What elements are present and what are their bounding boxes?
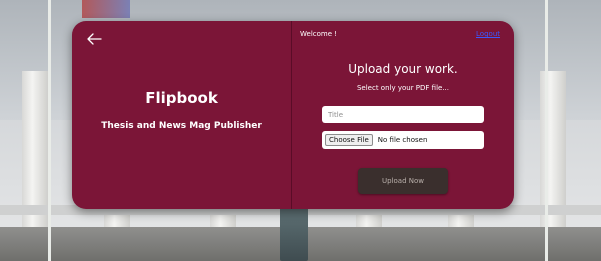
upload-subtitle: Select only your PDF file... (356, 84, 449, 92)
file-status: No file chosen (377, 136, 428, 144)
choose-file-button[interactable]: Choose File (325, 134, 373, 146)
welcome-text: Welcome ! (300, 30, 338, 38)
brand-title: Flipbook (145, 89, 218, 107)
arrow-left-icon[interactable] (84, 29, 104, 49)
brand-panel: Flipbook Thesis and News Mag Publisher (72, 21, 292, 209)
upload-title: Upload your work. (348, 62, 458, 76)
upload-card: Flipbook Thesis and News Mag Publisher W… (72, 21, 514, 209)
logout-link[interactable]: Logout (476, 30, 500, 38)
title-input[interactable] (322, 106, 484, 123)
upload-panel: Welcome ! Logout Upload your work. Selec… (292, 21, 514, 209)
file-input[interactable]: Choose File No file chosen (322, 131, 484, 149)
upload-now-button[interactable]: Upload Now (358, 168, 448, 194)
brand-subtitle: Thesis and News Mag Publisher (101, 121, 262, 131)
